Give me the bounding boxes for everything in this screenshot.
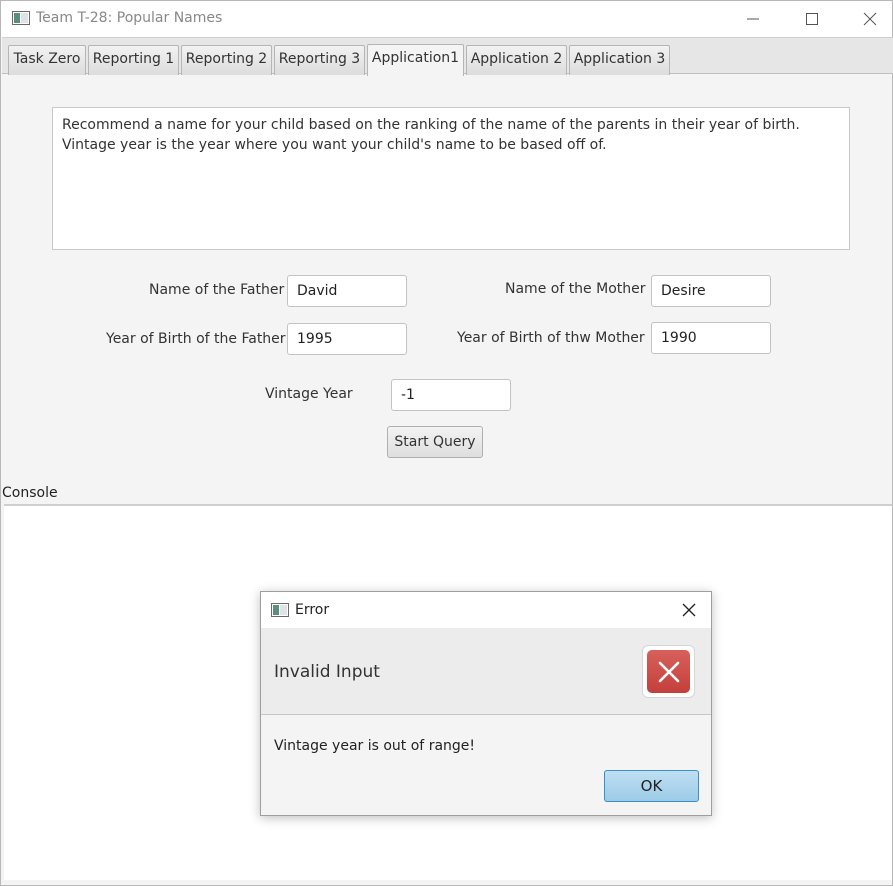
title-bar[interactable]: Team T-28: Popular Names [1, 1, 892, 37]
start-query-button[interactable]: Start Query [387, 426, 483, 458]
dialog-header-text: Invalid Input [274, 662, 380, 682]
father-year-label: Year of Birth of the Father [106, 331, 286, 347]
tab-task-zero[interactable]: Task Zero [8, 45, 86, 75]
tab-application-3[interactable]: Application 3 [569, 45, 670, 75]
father-name-input[interactable]: David [287, 275, 407, 307]
mother-name-input[interactable]: Desire [651, 275, 771, 307]
close-button[interactable] [841, 1, 893, 37]
vintage-year-label: Vintage Year [265, 386, 353, 402]
tab-application1[interactable]: Application1 [367, 44, 464, 76]
window-title: Team T-28: Popular Names [36, 10, 223, 26]
dialog-title: Error [295, 602, 330, 618]
mother-year-input[interactable]: 1990 [651, 322, 771, 354]
close-icon [863, 12, 877, 26]
close-icon [682, 603, 696, 617]
father-year-input[interactable]: 1995 [287, 323, 407, 355]
error-x-icon [642, 645, 695, 698]
dialog-header: Invalid Input [261, 628, 711, 715]
console-label: Console [2, 485, 58, 501]
description-textarea[interactable]: Recommend a name for your child based on… [52, 107, 850, 250]
dialog-message: Vintage year is out of range! [274, 738, 476, 754]
mother-year-label: Year of Birth of thw Mother [457, 330, 645, 346]
tab-reporting-1[interactable]: Reporting 1 [88, 45, 179, 75]
minimize-icon [747, 18, 759, 20]
minimize-button[interactable] [724, 1, 782, 37]
mother-name-label: Name of the Mother [505, 281, 646, 297]
description-line-1: Recommend a name for your child based on… [62, 117, 800, 133]
tab-reporting-3[interactable]: Reporting 3 [274, 45, 365, 75]
tab-application-2[interactable]: Application 2 [466, 45, 567, 75]
tab-reporting-2[interactable]: Reporting 2 [181, 45, 272, 75]
ok-button[interactable]: OK [604, 770, 699, 802]
vintage-year-input[interactable]: -1 [391, 379, 511, 411]
father-name-label: Name of the Father [149, 282, 285, 298]
tab-bar: Task Zero Reporting 1 Reporting 2 Report… [2, 37, 893, 76]
dialog-app-icon [271, 603, 289, 617]
dialog-title-bar[interactable]: Error [261, 592, 711, 628]
error-dialog: Error Invalid Input Vintage year is out … [260, 591, 712, 816]
maximize-button[interactable] [783, 1, 841, 37]
app-icon [12, 11, 30, 25]
description-line-2: Vintage year is the year where you want … [62, 137, 607, 153]
maximize-icon [806, 13, 818, 25]
dialog-close-button[interactable] [677, 600, 701, 620]
app-window: Team T-28: Popular Names Task Zero Repor… [0, 0, 893, 886]
